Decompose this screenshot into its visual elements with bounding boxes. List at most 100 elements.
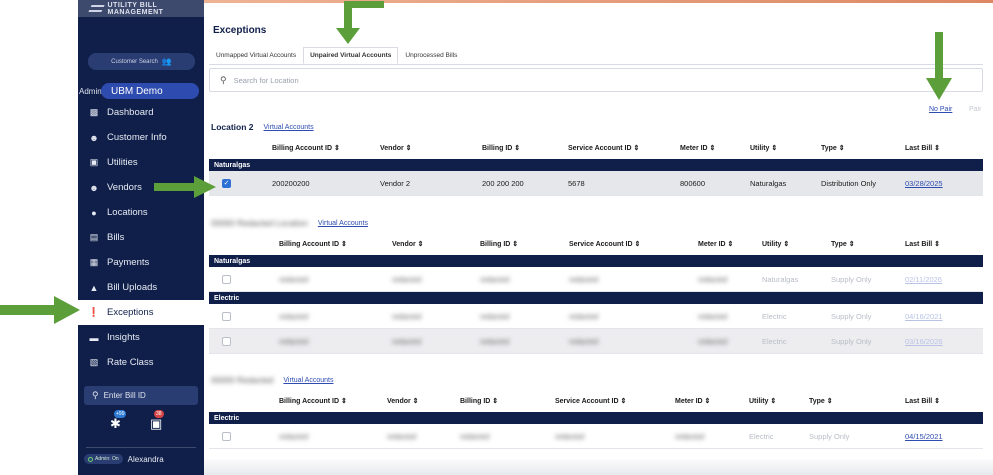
column-header-type[interactable]: Type ⇕ <box>831 240 855 248</box>
column-header-service-account-id[interactable]: Service Account ID ⇕ <box>568 144 639 152</box>
row-checkbox[interactable]: ✓ <box>222 179 231 188</box>
group-header: Naturalgas <box>209 255 983 267</box>
no-pair-button[interactable]: No Pair <box>929 106 952 113</box>
last-bill-link[interactable]: 04/15/2021 <box>905 432 943 441</box>
location-search-input[interactable]: ⚲ Search for Location <box>209 68 983 92</box>
sidebar-item-bill-uploads[interactable]: ▲ Bill Uploads <box>78 275 204 300</box>
meter-id: redacted <box>698 274 728 284</box>
pair-button[interactable]: Pair <box>969 106 981 113</box>
column-header-type[interactable]: Type ⇕ <box>821 144 845 152</box>
column-header-utility[interactable]: Utility ⇕ <box>749 397 776 405</box>
admin-workspace-row: Admin UBM Demo <box>78 83 204 99</box>
sidebar-item-insights[interactable]: ▬ Insights <box>78 325 204 350</box>
annotation-arrow-tab-icon <box>336 1 384 44</box>
user-row: Admin: On Alexandra <box>84 454 164 464</box>
workspace-selector[interactable]: UBM Demo <box>101 83 199 99</box>
billing-account-id: redacted <box>279 431 309 441</box>
table-row[interactable]: redacted redacted redacted redacted reda… <box>209 267 983 292</box>
page-title: Exceptions <box>213 25 267 36</box>
column-header-last-bill[interactable]: Last Bill ⇕ <box>905 397 940 405</box>
last-bill-link[interactable]: 02/11/2026 <box>905 275 942 284</box>
column-header-billing-id[interactable]: Billing ID ⇕ <box>460 397 498 405</box>
rate-class-icon: ▧ <box>89 357 99 367</box>
column-header-last-bill[interactable]: Last Bill ⇕ <box>905 144 940 152</box>
user-name[interactable]: Alexandra <box>128 455 164 464</box>
virtual-accounts-link[interactable]: Virtual Accounts <box>283 377 333 384</box>
vendor: redacted <box>392 311 422 321</box>
column-header-meter-id[interactable]: Meter ID ⇕ <box>698 240 733 248</box>
vendor: redacted <box>392 336 422 346</box>
column-header-service-account-id[interactable]: Service Account ID ⇕ <box>569 240 640 248</box>
table-row[interactable]: ✓ 200200200 Vendor 2 200 200 200 5678 80… <box>209 171 983 196</box>
sidebar-item-rate-class[interactable]: ▧ Rate Class <box>78 350 204 375</box>
enter-bill-id-input[interactable]: ⚲ Enter Bill ID <box>84 386 198 405</box>
sidebar-item-exceptions[interactable]: ❗ Exceptions <box>78 300 204 325</box>
location-header: Location 2 Virtual Accounts <box>211 122 314 132</box>
last-bill-link[interactable]: 03/16/2026 <box>905 337 943 346</box>
table-header-row: Billing Account ID ⇕ Vendor ⇕ Billing ID… <box>209 390 983 412</box>
sidebar-item-locations[interactable]: ● Locations <box>78 200 204 225</box>
utility: Naturalgas <box>750 178 787 188</box>
column-header-meter-id[interactable]: Meter ID ⇕ <box>680 144 715 152</box>
service-account-id: redacted <box>569 311 599 321</box>
column-header-last-bill[interactable]: Last Bill ⇕ <box>905 240 940 248</box>
column-header-billing-id[interactable]: Billing ID ⇕ <box>482 144 520 152</box>
type: Supply Only <box>831 311 872 321</box>
type: Supply Only <box>831 336 872 346</box>
sidebar-item-label: Payments <box>107 257 150 268</box>
sidebar-divider <box>86 447 196 448</box>
sidebar-item-payments[interactable]: ▦ Payments <box>78 250 204 275</box>
admin-toggle[interactable]: Admin: On <box>84 454 123 464</box>
column-header-meter-id[interactable]: Meter ID ⇕ <box>675 397 710 405</box>
column-header-billing-account-id[interactable]: Billing Account ID ⇕ <box>279 240 347 248</box>
sidebar-item-label: Customer Info <box>107 132 167 143</box>
notification-count-badge: +99 <box>114 410 127 418</box>
column-header-utility[interactable]: Utility ⇕ <box>762 240 789 248</box>
person-icon: ☻ <box>89 132 99 143</box>
row-checkbox[interactable] <box>222 312 231 321</box>
table-row[interactable]: redacted redacted redacted redacted reda… <box>209 424 983 449</box>
column-header-billing-id[interactable]: Billing ID ⇕ <box>480 240 518 248</box>
admin-label: Admin <box>79 86 102 96</box>
service-account-id: redacted <box>569 274 599 284</box>
column-header-type[interactable]: Type ⇕ <box>809 397 833 405</box>
sidebar-item-label: Utilities <box>107 157 138 168</box>
sidebar-item-bills[interactable]: ▤ Bills <box>78 225 204 250</box>
last-bill-link[interactable]: 04/16/2021 <box>905 312 943 321</box>
calendar-icon: ▣ <box>150 416 163 431</box>
sidebar-item-label: Insights <box>107 332 140 343</box>
row-checkbox[interactable] <box>222 337 231 346</box>
column-header-vendor[interactable]: Vendor ⇕ <box>392 240 424 248</box>
customer-search-button[interactable]: Customer Search 👥 <box>88 53 195 70</box>
column-header-vendor[interactable]: Vendor ⇕ <box>380 144 412 152</box>
tab-unpaired-virtual-accounts[interactable]: Unpaired Virtual Accounts <box>303 47 399 64</box>
tab-unprocessed-bills[interactable]: Unprocessed Bills <box>398 47 464 64</box>
sidebar-item-customer-info[interactable]: ☻ Customer Info <box>78 125 204 150</box>
type: Supply Only <box>831 274 872 284</box>
vendor: redacted <box>392 274 422 284</box>
search-placeholder: Search for Location <box>233 75 299 85</box>
sidebar-item-utilities[interactable]: ▣ Utilities <box>78 150 204 175</box>
column-header-billing-account-id[interactable]: Billing Account ID ⇕ <box>272 144 340 152</box>
table-row[interactable]: redacted redacted redacted redacted reda… <box>209 329 983 354</box>
sidebar-item-label: Exceptions <box>107 307 154 318</box>
notifications-button[interactable]: ✱ +99 <box>110 410 127 432</box>
column-header-vendor[interactable]: Vendor ⇕ <box>387 397 419 405</box>
calendar-button[interactable]: ▣ 38 <box>150 410 164 432</box>
last-bill-link[interactable]: 03/28/2025 <box>905 179 943 188</box>
location-name: 00000 Redacted Location <box>211 218 308 228</box>
enter-bill-id-placeholder: Enter Bill ID <box>103 391 146 400</box>
row-checkbox[interactable] <box>222 432 231 441</box>
sidebar-item-label: Bills <box>107 232 125 243</box>
tab-unmapped-virtual-accounts[interactable]: Unmapped Virtual Accounts <box>209 47 303 64</box>
column-header-service-account-id[interactable]: Service Account ID ⇕ <box>555 397 626 405</box>
sidebar-item-dashboard[interactable]: ▩ Dashboard <box>78 100 204 125</box>
column-header-utility[interactable]: Utility ⇕ <box>750 144 777 152</box>
billing-id: redacted <box>460 431 490 441</box>
upload-icon: ▲ <box>89 282 99 293</box>
virtual-accounts-link[interactable]: Virtual Accounts <box>264 124 314 131</box>
table-row[interactable]: redacted redacted redacted redacted reda… <box>209 304 983 329</box>
virtual-accounts-link[interactable]: Virtual Accounts <box>318 220 368 227</box>
row-checkbox[interactable] <box>222 275 231 284</box>
column-header-billing-account-id[interactable]: Billing Account ID ⇕ <box>279 397 347 405</box>
